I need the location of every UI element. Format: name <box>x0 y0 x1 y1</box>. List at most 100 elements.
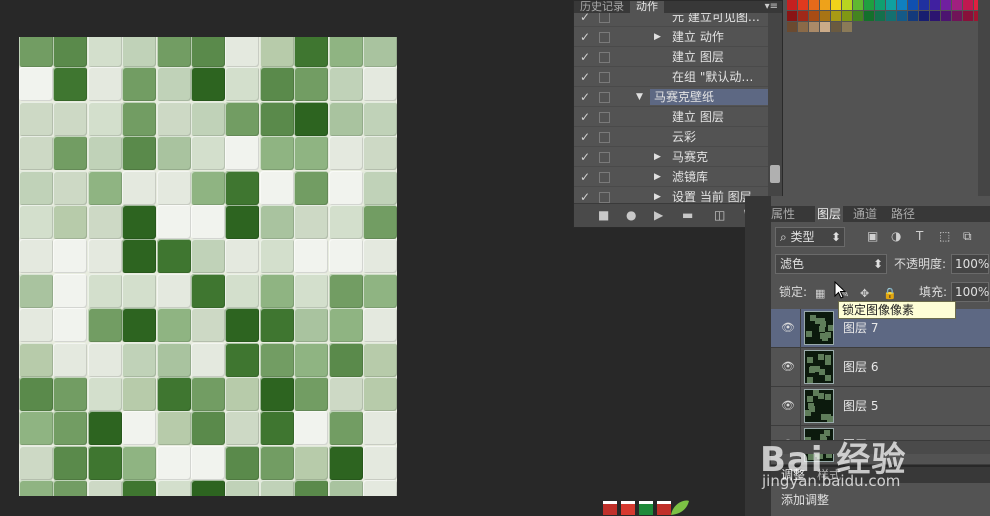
tab-channels[interactable]: 通道 <box>853 206 877 222</box>
swatches-scrollbar[interactable] <box>978 0 990 196</box>
color-swatch[interactable] <box>897 0 907 10</box>
lock-position-icon[interactable]: ✥ <box>860 287 869 300</box>
action-row[interactable]: ✓ 云彩 <box>574 127 770 147</box>
layer-name[interactable]: 图层 6 <box>843 360 878 374</box>
color-swatch[interactable] <box>853 11 863 21</box>
color-swatch[interactable] <box>908 11 918 21</box>
check-icon[interactable]: ✓ <box>580 190 592 203</box>
eye-icon[interactable]: 👁 <box>781 360 795 373</box>
dialog-toggle-box[interactable] <box>599 92 610 103</box>
color-swatch[interactable] <box>798 22 808 32</box>
action-row[interactable]: ✓ ▶ 设置 当前 图层 <box>574 187 770 203</box>
blend-mode-select[interactable]: 滤色 ⬍ <box>775 254 887 274</box>
color-swatch[interactable] <box>809 22 819 32</box>
color-swatch[interactable] <box>787 22 797 32</box>
color-swatch[interactable] <box>831 11 841 21</box>
action-row[interactable]: ✓ 建立 图层 <box>574 47 770 67</box>
color-swatch[interactable] <box>875 11 885 21</box>
color-swatch[interactable] <box>809 0 819 10</box>
action-row[interactable]: ✓ ▶ 滤镜库 <box>574 167 770 187</box>
color-swatch[interactable] <box>963 0 973 10</box>
mosaic-image[interactable] <box>19 37 397 496</box>
dialog-toggle-box[interactable] <box>599 152 610 163</box>
fill-field[interactable]: 100% <box>951 282 989 302</box>
tab-paths[interactable]: 路径 <box>891 206 915 222</box>
eye-icon[interactable]: 👁 <box>781 321 795 334</box>
tab-actions[interactable]: 动作 <box>630 1 664 13</box>
check-icon[interactable]: ✓ <box>580 30 592 44</box>
color-swatch[interactable] <box>930 11 940 21</box>
color-swatch[interactable] <box>963 11 973 21</box>
panel-menu-icon[interactable]: ▾≡ <box>765 1 778 13</box>
check-icon[interactable]: ✓ <box>580 13 592 24</box>
layer-row[interactable]: 👁 图层 5 <box>771 387 990 426</box>
action-row[interactable]: ✓ ▼ 马赛克壁纸 <box>574 87 770 107</box>
collapse-triangle-icon[interactable]: ▶ <box>654 150 661 164</box>
opacity-field[interactable]: 100% <box>951 254 989 274</box>
action-row[interactable]: ✓ 在组 "默认动… <box>574 67 770 87</box>
color-swatch[interactable] <box>842 22 852 32</box>
check-icon[interactable]: ✓ <box>580 70 592 84</box>
color-swatch[interactable] <box>864 11 874 21</box>
color-swatch[interactable] <box>952 0 962 10</box>
color-swatch[interactable] <box>886 11 896 21</box>
color-swatch[interactable] <box>930 0 940 10</box>
action-row[interactable]: ✓ 建立 图层 <box>574 107 770 127</box>
smart-object-filter-icon[interactable]: ⧉ <box>963 229 972 244</box>
check-icon[interactable]: ✓ <box>580 170 592 184</box>
color-swatch[interactable] <box>798 0 808 10</box>
color-swatch[interactable] <box>897 11 907 21</box>
color-swatch[interactable] <box>787 11 797 21</box>
check-icon[interactable]: ✓ <box>580 150 592 164</box>
color-swatch[interactable] <box>809 11 819 21</box>
lock-all-icon[interactable]: 🔒 <box>883 287 897 300</box>
layer-thumbnail[interactable] <box>804 311 834 345</box>
adjustment-filter-icon[interactable]: ◑ <box>891 229 901 243</box>
color-swatch[interactable] <box>798 11 808 21</box>
color-swatch[interactable] <box>864 0 874 10</box>
color-swatch[interactable] <box>842 11 852 21</box>
color-swatch[interactable] <box>787 0 797 10</box>
tab-history[interactable]: 历史记录 <box>574 1 630 13</box>
dialog-toggle-box[interactable] <box>599 52 610 63</box>
tab-adjustments[interactable]: 调整 <box>781 468 805 482</box>
folder-icon[interactable]: ▬ <box>682 208 693 222</box>
dialog-toggle-box[interactable] <box>599 132 610 143</box>
type-filter-icon[interactable]: T <box>916 229 923 243</box>
collapse-triangle-icon[interactable]: ▶ <box>654 30 661 44</box>
color-swatch[interactable] <box>820 0 830 10</box>
color-swatch[interactable] <box>820 22 830 32</box>
dialog-toggle-box[interactable] <box>599 112 610 123</box>
color-swatch[interactable] <box>831 0 841 10</box>
dialog-toggle-box[interactable] <box>599 192 610 203</box>
lock-transparent-icon[interactable]: ▦ <box>815 287 825 300</box>
color-swatch[interactable] <box>875 0 885 10</box>
color-swatch[interactable] <box>919 0 929 10</box>
play-icon[interactable]: ▶ <box>654 208 663 222</box>
scrollbar-thumb[interactable] <box>770 165 780 183</box>
actions-scrollbar[interactable] <box>768 13 782 203</box>
color-swatch[interactable] <box>919 11 929 21</box>
color-swatch[interactable] <box>952 11 962 21</box>
new-action-icon[interactable]: ◫ <box>714 208 725 222</box>
stop-icon[interactable]: ■ <box>598 208 609 222</box>
check-icon[interactable]: ✓ <box>580 130 592 144</box>
color-swatch[interactable] <box>941 11 951 21</box>
color-swatch[interactable] <box>853 0 863 10</box>
action-row[interactable]: ✓ 元 建立可见图… <box>574 13 770 27</box>
filter-kind-select[interactable]: ⌕ 类型 ⬍ <box>775 227 845 247</box>
record-icon[interactable]: ● <box>626 208 636 222</box>
shape-filter-icon[interactable]: ⬚ <box>939 229 950 243</box>
layer-name[interactable]: 图层 5 <box>843 399 878 413</box>
tab-properties[interactable]: 属性 <box>771 206 795 222</box>
layer-thumbnail[interactable] <box>804 350 834 384</box>
color-swatch[interactable] <box>908 0 918 10</box>
layer-row[interactable]: 👁 图层 6 <box>771 348 990 387</box>
dialog-toggle-box[interactable] <box>599 13 610 23</box>
color-swatch[interactable] <box>831 22 841 32</box>
color-swatch[interactable] <box>886 0 896 10</box>
dialog-toggle-box[interactable] <box>599 172 610 183</box>
tab-styles[interactable]: 样式 <box>817 468 841 482</box>
image-filter-icon[interactable]: ▣ <box>867 229 878 243</box>
color-swatch[interactable] <box>941 0 951 10</box>
